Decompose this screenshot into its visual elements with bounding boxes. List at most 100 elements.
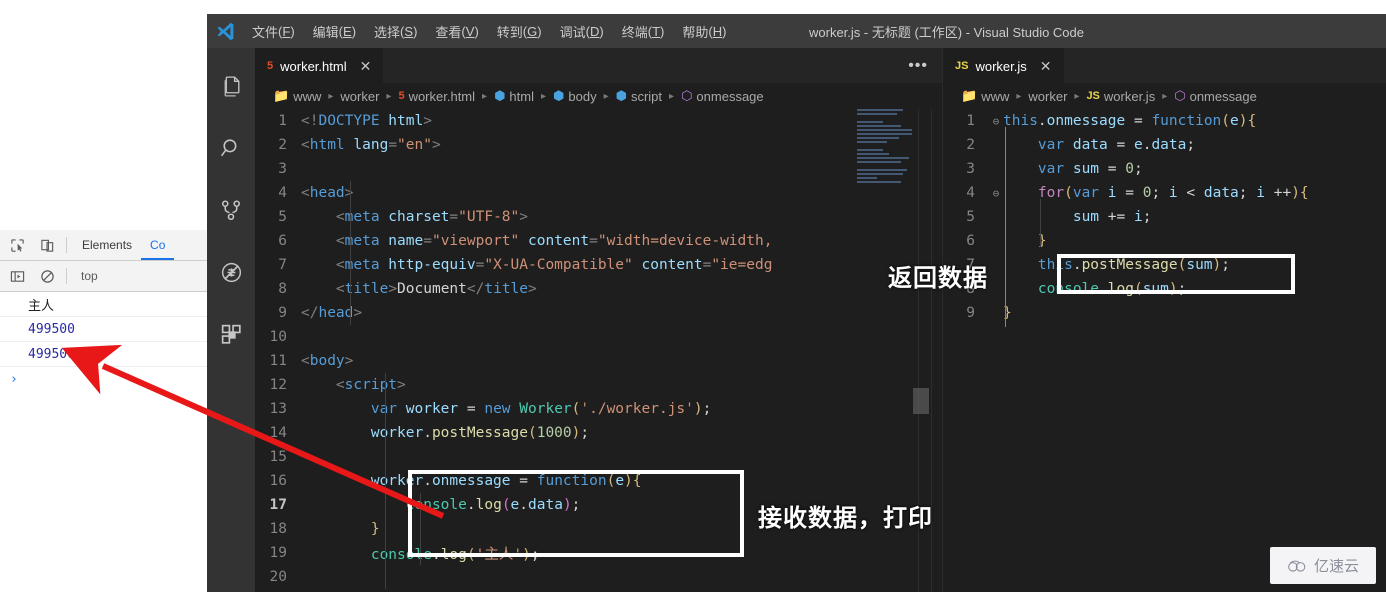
line-number: 9 (278, 305, 287, 321)
scope-guide (1005, 127, 1006, 327)
menu-debug-label: 调试 (559, 24, 586, 40)
line-content: var sum = 0; (1003, 161, 1386, 177)
clear-console-icon[interactable] (34, 263, 60, 289)
code-token: title (344, 281, 389, 297)
line-content: <body> (301, 353, 942, 369)
explorer-icon[interactable] (207, 62, 255, 110)
code-line: 11 <body> (255, 349, 942, 373)
menu-go[interactable]: 转到(G) (488, 14, 551, 48)
annotation-return-data: 返回数据 (888, 264, 988, 292)
devtools-tab-elements[interactable]: Elements (73, 230, 141, 260)
sidebar-toggle-icon[interactable] (4, 263, 30, 289)
search-icon[interactable] (207, 124, 255, 172)
breadcrumb-item-onmessage[interactable]: ⬡ onmessage (1174, 88, 1257, 104)
console-message: 主人 (0, 292, 207, 317)
code-token: sum (1186, 257, 1213, 273)
code-token: ( (466, 546, 476, 563)
devtools-page-viewport (0, 0, 207, 230)
tab-strip-left: 5 worker.html ✕ ••• (255, 48, 942, 83)
code-editor-right[interactable]: 1 ⊖ this.onmessage = function(e){2 var dat… (943, 109, 1386, 592)
code-token: ; (1142, 209, 1152, 225)
cloud-icon (1288, 560, 1306, 572)
code-token: < (301, 377, 345, 393)
code-token: = (458, 401, 485, 417)
extensions-icon[interactable] (207, 310, 255, 358)
inspect-element-icon[interactable] (4, 232, 30, 258)
breadcrumb-item-www[interactable]: 📁 www (273, 88, 321, 104)
minimap-line (857, 113, 897, 115)
code-token: . (423, 473, 432, 489)
device-toolbar-icon[interactable] (34, 232, 60, 258)
tab-worker-html[interactable]: 5 worker.html ✕ (255, 48, 384, 83)
code-token: </ (466, 281, 485, 297)
editor-more-actions-icon[interactable]: ••• (908, 48, 928, 83)
breadcrumb-separator: ▸ (328, 90, 334, 102)
code-token: content (519, 233, 590, 249)
code-token: console (1003, 281, 1100, 297)
breadcrumb-item-onmessage[interactable]: ⬡ onmessage (681, 88, 764, 104)
run-and-debug-icon[interactable] (207, 248, 255, 296)
code-line: 3 var sum = 0; (943, 157, 1386, 181)
menu-debug[interactable]: 调试(D) (551, 14, 613, 48)
code-token: = (449, 209, 459, 225)
console-toolbar-divider (66, 268, 67, 284)
line-number: 4 (278, 185, 287, 201)
minimap-line (857, 125, 901, 127)
line-number: 4 (966, 185, 975, 201)
close-icon[interactable]: ✕ (360, 58, 372, 75)
menu-file[interactable]: 文件(F) (243, 14, 304, 48)
minimap-line (857, 109, 903, 111)
code-token: i (1133, 209, 1143, 225)
line-number: 14 (269, 425, 287, 441)
devtools-tab-console[interactable]: Co (141, 230, 174, 260)
menu-terminal[interactable]: 终端(T) (613, 14, 674, 48)
line-number: 3 (966, 161, 975, 177)
code-line: 13 var worker = new Worker('./worker.js'… (255, 397, 942, 421)
minimap-slider[interactable] (913, 388, 929, 414)
minimap-line (857, 141, 887, 143)
breadcrumb-item-worker[interactable]: worker (1028, 89, 1067, 104)
console-input-prompt[interactable]: › (0, 367, 207, 392)
code-token: ( (1064, 185, 1073, 201)
line-number: 12 (269, 377, 287, 393)
line-content: var worker = new Worker('./worker.js'); (301, 401, 942, 417)
line-content: this.postMessage(sum); (1003, 257, 1386, 273)
breadcrumb-right: 📁 www ▸ worker ▸ JS worker.js ▸ ⬡ onmess… (943, 83, 1386, 109)
fold-toggle-icon[interactable]: ⊖ (989, 187, 1003, 200)
menu-selection[interactable]: 选择(S) (365, 14, 426, 48)
code-token: postMessage (1081, 257, 1178, 273)
line-content: <head> (301, 185, 942, 201)
breadcrumb-item-script[interactable]: ⬢ script (616, 88, 662, 104)
code-token: . (1099, 281, 1108, 297)
breadcrumb-item-worker[interactable]: worker (340, 89, 379, 104)
code-token: html (309, 137, 345, 153)
code-token: lang (344, 137, 389, 153)
tab-worker-js[interactable]: JS worker.js ✕ (943, 48, 1064, 83)
folder-icon: 📁 (961, 88, 978, 103)
breadcrumb-item-www[interactable]: 📁 www (961, 88, 1009, 104)
menu-selection-key: S (404, 23, 414, 39)
breadcrumb-item-html[interactable]: ⬢ html (494, 88, 534, 104)
line-content: } (1003, 233, 1386, 249)
code-token: { (1299, 185, 1309, 201)
close-icon[interactable]: ✕ (1040, 58, 1052, 75)
code-line: 7 this.postMessage(sum); (943, 253, 1386, 277)
menu-edit[interactable]: 编辑(E) (304, 14, 365, 48)
editor-group-right: JS worker.js ✕ 📁 www ▸ worker ▸ JS worke… (942, 48, 1386, 592)
minimap[interactable] (854, 109, 912, 209)
menu-help[interactable]: 帮助(H) (673, 14, 735, 48)
menu-file-label: 文件 (252, 24, 279, 40)
source-control-icon[interactable] (207, 186, 255, 234)
code-token: postMessage (431, 425, 528, 441)
breadcrumb-item-body[interactable]: ⬢ body (553, 88, 597, 104)
breadcrumb-item-worker-js[interactable]: JS worker.js (1086, 89, 1155, 104)
console-context-selector[interactable]: top (73, 269, 98, 283)
code-token: html (379, 113, 424, 129)
menu-view[interactable]: 查看(V) (426, 14, 487, 48)
js-icon: JS (1086, 90, 1100, 102)
code-line: 5 sum += i; (943, 205, 1386, 229)
fold-toggle-icon[interactable]: ⊖ (989, 115, 1003, 128)
breadcrumb-item-worker-html[interactable]: 5 worker.html (398, 89, 475, 104)
code-line: 2 var data = e.data; (943, 133, 1386, 157)
code-token: data (1151, 137, 1187, 153)
